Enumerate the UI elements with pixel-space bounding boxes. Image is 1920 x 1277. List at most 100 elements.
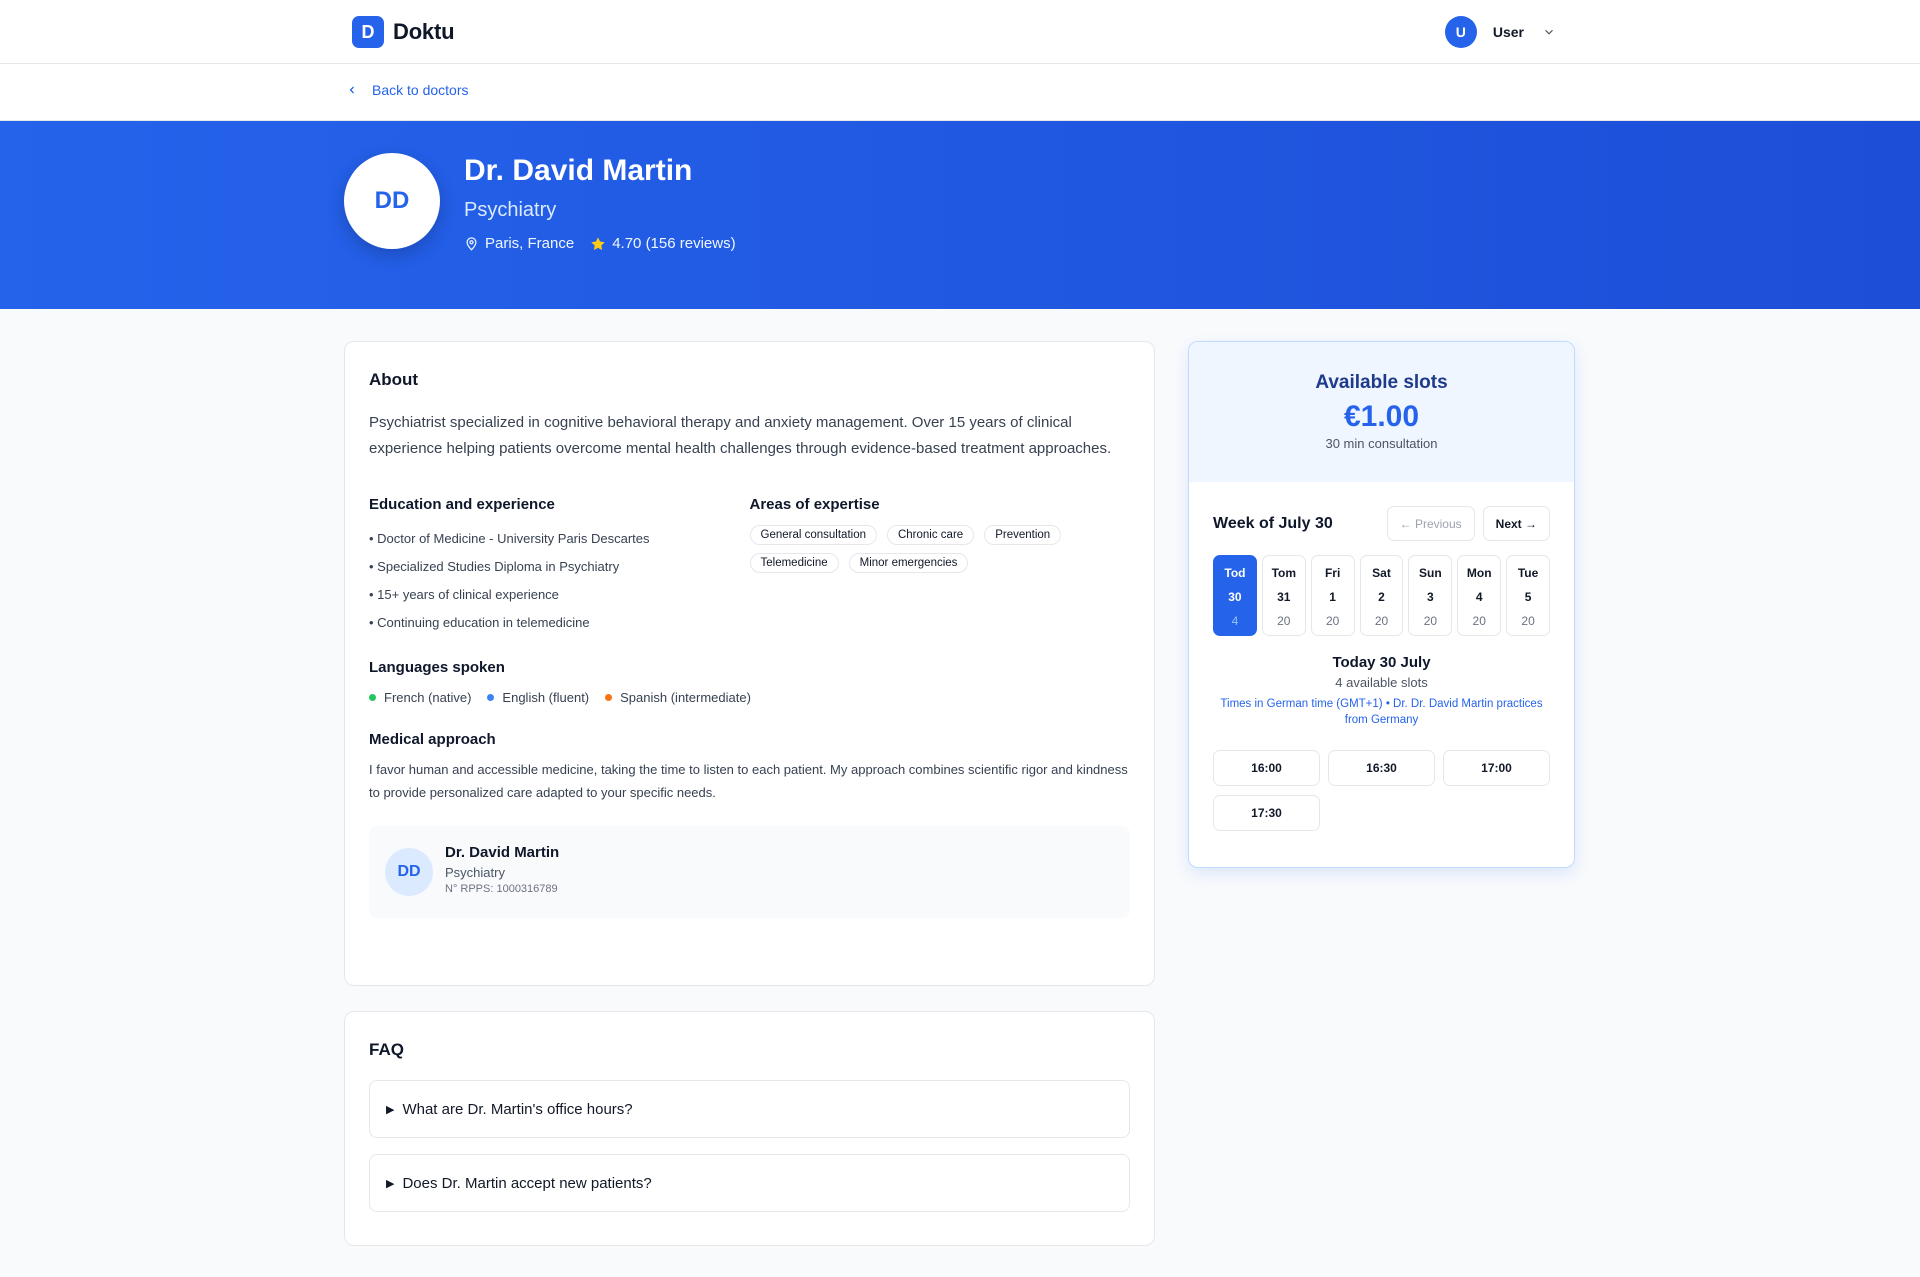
expertise-tag: Prevention bbox=[984, 525, 1062, 545]
languages-list: French (native) English (fluent) Spanish… bbox=[369, 690, 1130, 705]
language-item: French (native) bbox=[369, 690, 471, 705]
about-card: About Psychiatrist specialized in cognit… bbox=[344, 341, 1155, 986]
doctor-rpps: N° RPPS: 1000316789 bbox=[445, 883, 558, 895]
doctor-avatar: DD bbox=[344, 153, 440, 249]
expertise-title: Areas of expertise bbox=[749, 496, 880, 513]
selected-date: Today 30 July bbox=[1332, 654, 1431, 671]
expertise-tag: Telemedicine bbox=[749, 553, 839, 573]
expertise-tags: General consultation Chronic care Preven… bbox=[749, 525, 1090, 573]
expertise-section: Areas of expertise General consultation … bbox=[749, 496, 1131, 637]
day-slot-count: 20 bbox=[1374, 614, 1389, 628]
brand-name: Doktu bbox=[393, 19, 455, 44]
user-name: User bbox=[1492, 24, 1524, 40]
doctor-header-info: Dr. David Martin Psychiatry Paris, Franc… bbox=[464, 153, 736, 252]
week-row: Week of July 30 ← Previous Next → bbox=[1213, 506, 1550, 541]
time-slot-button[interactable]: 16:30 bbox=[1328, 750, 1435, 786]
day-date: 5 bbox=[1524, 590, 1532, 604]
faq-question: What are Dr. Martin's office hours? bbox=[402, 1100, 633, 1118]
expertise-tag: Chronic care bbox=[886, 525, 975, 545]
list-item: • Specialized Studies Diploma in Psychia… bbox=[369, 559, 620, 574]
language-dot bbox=[605, 694, 613, 701]
day-slot-count: 20 bbox=[1472, 614, 1486, 628]
brand[interactable]: D Doktu bbox=[352, 16, 455, 48]
selected-slot-count: 4 available slots bbox=[1335, 675, 1428, 690]
caret-right-icon: ▶ bbox=[386, 1103, 395, 1116]
day-name: Fri bbox=[1324, 566, 1341, 580]
list-item: • 15+ years of clinical experience bbox=[369, 587, 559, 602]
day-tab[interactable]: Sat 2 20 bbox=[1359, 555, 1404, 636]
next-week-button[interactable]: Next → bbox=[1482, 506, 1550, 541]
approach-title: Medical approach bbox=[369, 731, 496, 748]
day-slot-count: 20 bbox=[1325, 614, 1340, 628]
education-section: Education and experience • Doctor of Med… bbox=[369, 496, 750, 637]
user-menu[interactable]: U User bbox=[1444, 16, 1556, 48]
language-dot bbox=[487, 694, 495, 701]
day-slot-count: 4 bbox=[1231, 614, 1239, 628]
language-item: Spanish (intermediate) bbox=[605, 690, 751, 705]
list-item: • Doctor of Medicine - University Paris … bbox=[369, 531, 650, 546]
day-date: 3 bbox=[1427, 590, 1434, 604]
booking-body: Week of July 30 ← Previous Next → Tod 30… bbox=[1189, 482, 1574, 855]
language-label: French (native) bbox=[384, 690, 472, 705]
faq-card: FAQ ▶ What are Dr. Martin's office hours… bbox=[344, 1011, 1155, 1246]
day-slot-count: 20 bbox=[1423, 614, 1438, 628]
day-tab[interactable]: Tod 30 4 bbox=[1213, 555, 1257, 636]
language-dot bbox=[369, 694, 376, 701]
day-tab[interactable]: Fri 1 20 bbox=[1310, 555, 1355, 636]
booking-title: Available slots bbox=[1315, 372, 1448, 393]
day-tab[interactable]: Tom 31 20 bbox=[1261, 555, 1306, 636]
languages-title: Languages spoken bbox=[369, 659, 505, 676]
chevron-left-icon bbox=[349, 86, 354, 94]
day-date: 1 bbox=[1329, 590, 1336, 604]
faq-item[interactable]: ▶ Does Dr. Martin accept new patients? bbox=[369, 1154, 1130, 1212]
day-name: Tom bbox=[1271, 566, 1297, 580]
expertise-tag: General consultation bbox=[749, 525, 877, 545]
day-date: 31 bbox=[1277, 590, 1291, 604]
day-tab[interactable]: Sun 3 20 bbox=[1408, 555, 1453, 636]
education-list: • Doctor of Medicine - University Paris … bbox=[369, 525, 750, 637]
avatar: DD bbox=[385, 848, 433, 896]
expertise-tag: Minor emergencies bbox=[848, 553, 969, 573]
day-slot-count: 20 bbox=[1277, 614, 1291, 628]
rating-text: 4.70 (156 reviews) bbox=[612, 235, 736, 252]
week-nav: ← Previous Next → bbox=[1386, 506, 1550, 541]
day-date: 2 bbox=[1378, 590, 1385, 604]
chevron-down-icon bbox=[1545, 29, 1553, 35]
education-title: Education and experience bbox=[369, 496, 555, 513]
day-name: Mon bbox=[1466, 566, 1492, 580]
approach-text: I favor human and accessible medicine, t… bbox=[369, 762, 1128, 800]
day-name: Sat bbox=[1372, 566, 1391, 580]
language-item: English (fluent) bbox=[487, 690, 589, 705]
map-pin-icon bbox=[466, 237, 477, 251]
doctor-summary-info: Dr. David Martin Psychiatry N° RPPS: 100… bbox=[445, 844, 559, 895]
about-columns: Education and experience • Doctor of Med… bbox=[369, 496, 1130, 637]
consultation-duration: 30 min consultation bbox=[1325, 436, 1438, 451]
about-text: Psychiatrist specialized in cognitive be… bbox=[369, 414, 1112, 457]
language-label: English (fluent) bbox=[502, 690, 590, 705]
day-name: Tue bbox=[1517, 566, 1539, 580]
doctor-summary-name: Dr. David Martin bbox=[445, 844, 560, 861]
back-to-doctors-link[interactable]: Back to doctors bbox=[346, 82, 469, 98]
day-name: Sun bbox=[1419, 566, 1442, 580]
booking-header: Available slots €1.00 30 min consultatio… bbox=[1189, 342, 1574, 482]
previous-week-button[interactable]: ← Previous bbox=[1386, 506, 1475, 541]
time-slot-button[interactable]: 17:30 bbox=[1213, 795, 1320, 831]
day-tab[interactable]: Tue 5 20 bbox=[1506, 555, 1551, 636]
selected-day-info: Today 30 July 4 available slots Times in… bbox=[1213, 654, 1550, 728]
consultation-price: €1.00 bbox=[1343, 400, 1420, 433]
list-item: • Continuing education in telemedicine bbox=[369, 615, 590, 630]
time-slot-button[interactable]: 17:00 bbox=[1443, 750, 1550, 786]
day-tab[interactable]: Mon 4 20 bbox=[1457, 555, 1502, 636]
time-slot-button[interactable]: 16:00 bbox=[1213, 750, 1320, 786]
faq-item[interactable]: ▶ What are Dr. Martin's office hours? bbox=[369, 1080, 1130, 1138]
doctor-summary-card: DD Dr. David Martin Psychiatry N° RPPS: … bbox=[369, 826, 1130, 918]
doctor-location: Paris, France bbox=[464, 235, 574, 252]
back-bar: Back to doctors bbox=[0, 64, 1920, 121]
faq-title: FAQ bbox=[369, 1040, 404, 1059]
faq-question: Does Dr. Martin accept new patients? bbox=[402, 1174, 652, 1192]
day-date: 30 bbox=[1228, 590, 1242, 604]
location-text: Paris, France bbox=[485, 235, 575, 252]
doctor-meta: Paris, France 4.70 (156 reviews) bbox=[464, 235, 736, 252]
day-date: 4 bbox=[1475, 590, 1483, 604]
booking-card: Available slots €1.00 30 min consultatio… bbox=[1188, 341, 1575, 868]
